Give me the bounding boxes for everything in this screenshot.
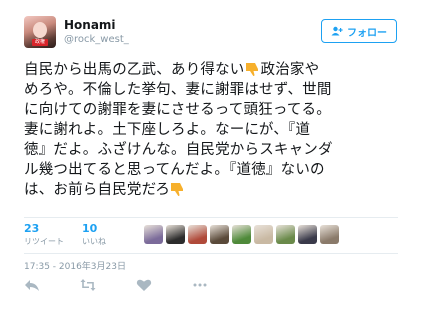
- liker-avatar[interactable]: [232, 225, 251, 244]
- more-icon: [193, 283, 207, 287]
- liker-avatar[interactable]: [254, 225, 273, 244]
- tweet-line: に向けての謝罪を妻にさせるって頭狂ってる。: [24, 102, 331, 118]
- reply-button[interactable]: [24, 278, 40, 292]
- liker-avatar[interactable]: [188, 225, 207, 244]
- tweet-timestamp[interactable]: 17:35 - 2016年3月23日: [24, 259, 126, 272]
- tweet-line: 徳』だよ。ふざけんな。自民党からスキャンダ: [24, 142, 333, 158]
- liker-avatar[interactable]: [166, 225, 185, 244]
- reply-icon: [25, 280, 39, 291]
- like-button[interactable]: [136, 278, 152, 292]
- avatar[interactable]: 政権: [24, 16, 56, 48]
- avatar-tag: 政権: [32, 39, 48, 46]
- more-button[interactable]: [192, 278, 208, 292]
- retweet-button[interactable]: [80, 278, 96, 292]
- tweet-line: ル幾つ出てると思ってんだよ。『道徳』ないの: [24, 162, 325, 178]
- liker-avatar[interactable]: [298, 225, 317, 244]
- thumbs-down-icon: [171, 183, 184, 197]
- liker-avatar[interactable]: [320, 225, 339, 244]
- like-icon: [136, 279, 152, 291]
- thumbs-down-icon: [245, 63, 258, 77]
- likes-label[interactable]: いいね: [82, 236, 106, 247]
- likes-count[interactable]: 10: [82, 222, 97, 235]
- liker-avatar[interactable]: [276, 225, 295, 244]
- divider: [24, 217, 398, 218]
- liker-avatar[interactable]: [210, 225, 229, 244]
- tweet-actions: [24, 278, 208, 292]
- user-handle[interactable]: @rock_west_: [64, 34, 129, 45]
- retweet-icon: [80, 279, 96, 291]
- tweet-line: 自民から出馬の乙武、あり得ない 政治家や: [24, 62, 320, 78]
- tweet-line: めろや。不倫した挙句、妻に謝罪はせず、世間: [24, 82, 332, 98]
- tweet-line: 妻に謝れよ。土下座しろよ。なーにが、『道: [24, 122, 311, 138]
- divider: [24, 253, 398, 254]
- liker-avatar[interactable]: [144, 225, 163, 244]
- retweets-count[interactable]: 23: [24, 222, 39, 235]
- tweet-card: 政権 Honami @rock_west_ フォロー 自民から出馬の乙武、あり得…: [0, 0, 422, 316]
- liker-avatars: [144, 225, 339, 245]
- tweet-line: は、お前ら自民党だろ: [24, 180, 404, 200]
- retweets-label[interactable]: リツイート: [24, 236, 64, 247]
- display-name[interactable]: Honami: [64, 18, 116, 32]
- follow-button-label: フォロー: [347, 27, 387, 39]
- avatar-face: [33, 22, 47, 38]
- add-user-icon: [331, 26, 343, 36]
- tweet-text: 自民から出馬の乙武、あり得ない 政治家や めろや。不倫した挙句、妻に謝罪はせず、世…: [24, 60, 404, 200]
- follow-button[interactable]: フォロー: [321, 19, 397, 43]
